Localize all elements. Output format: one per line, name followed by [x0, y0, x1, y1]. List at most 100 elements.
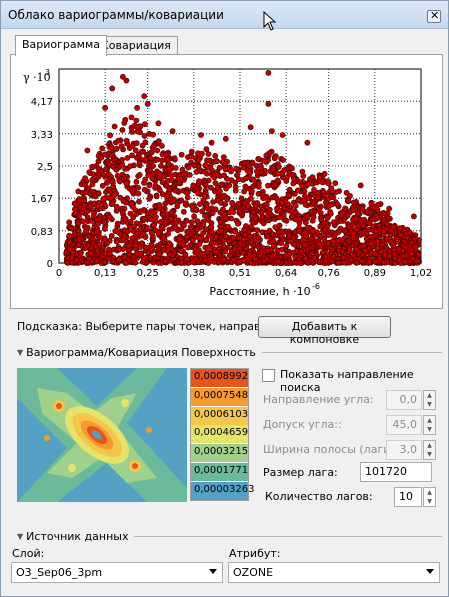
data-point[interactable]	[155, 120, 162, 127]
data-point[interactable]	[106, 255, 113, 262]
data-point[interactable]	[121, 175, 128, 182]
data-point[interactable]	[154, 147, 161, 154]
data-point[interactable]	[115, 137, 122, 144]
data-point[interactable]	[124, 155, 131, 161]
data-point[interactable]	[94, 258, 100, 265]
data-point[interactable]	[300, 237, 307, 243]
data-point[interactable]	[334, 201, 341, 208]
data-point[interactable]	[379, 241, 385, 248]
data-point[interactable]	[279, 246, 285, 253]
data-point[interactable]	[191, 213, 197, 220]
data-point[interactable]	[106, 161, 112, 167]
data-point[interactable]	[211, 174, 218, 181]
data-point[interactable]	[240, 249, 247, 256]
data-point[interactable]	[285, 192, 292, 199]
data-point[interactable]	[341, 227, 348, 234]
data-point[interactable]	[372, 251, 379, 258]
data-point[interactable]	[247, 124, 254, 131]
data-point[interactable]	[288, 208, 295, 214]
data-point[interactable]	[116, 256, 122, 263]
data-point[interactable]	[96, 241, 103, 248]
data-point[interactable]	[71, 200, 78, 207]
data-point[interactable]	[183, 233, 190, 240]
data-point[interactable]	[204, 249, 211, 256]
data-point[interactable]	[307, 236, 314, 242]
data-point[interactable]	[157, 218, 164, 225]
data-point[interactable]	[203, 146, 210, 153]
data-point[interactable]	[277, 208, 284, 214]
data-point[interactable]	[203, 170, 210, 177]
data-point[interactable]	[214, 158, 220, 165]
data-point[interactable]	[143, 224, 150, 231]
data-point[interactable]	[75, 220, 82, 227]
data-point[interactable]	[342, 205, 348, 212]
data-point[interactable]	[148, 149, 155, 156]
data-point[interactable]	[176, 235, 183, 242]
data-point[interactable]	[237, 240, 244, 247]
data-point[interactable]	[159, 179, 166, 186]
data-point[interactable]	[292, 216, 299, 223]
data-point[interactable]	[101, 219, 108, 226]
data-point[interactable]	[223, 214, 230, 221]
data-point[interactable]	[194, 218, 201, 224]
data-point[interactable]	[247, 233, 253, 240]
data-point[interactable]	[278, 240, 284, 246]
data-point[interactable]	[252, 203, 259, 210]
tab-variogram[interactable]: Вариограмма	[15, 35, 107, 56]
data-point[interactable]	[207, 184, 214, 191]
angle-direction-field[interactable]: 0,0	[386, 390, 422, 410]
data-point[interactable]	[165, 161, 172, 168]
data-point[interactable]	[226, 209, 233, 216]
data-point[interactable]	[158, 224, 165, 231]
data-point[interactable]	[217, 209, 224, 216]
data-point[interactable]	[218, 181, 224, 188]
data-point[interactable]	[178, 226, 185, 232]
data-point[interactable]	[82, 175, 88, 181]
data-point[interactable]	[121, 120, 128, 126]
data-point[interactable]	[162, 152, 169, 158]
data-point[interactable]	[357, 182, 364, 189]
data-point[interactable]	[134, 104, 140, 111]
data-point[interactable]	[166, 186, 173, 192]
data-point[interactable]	[241, 159, 248, 166]
data-point[interactable]	[235, 220, 241, 227]
data-point[interactable]	[151, 254, 158, 261]
data-point[interactable]	[359, 258, 366, 264]
data-point[interactable]	[206, 243, 213, 250]
data-point[interactable]	[150, 163, 156, 169]
data-point[interactable]	[129, 143, 136, 149]
data-point[interactable]	[226, 252, 233, 259]
data-point[interactable]	[294, 247, 300, 254]
data-point[interactable]	[278, 232, 285, 239]
data-point[interactable]	[168, 172, 175, 178]
data-point[interactable]	[263, 152, 270, 159]
data-point[interactable]	[105, 186, 112, 193]
data-point[interactable]	[216, 164, 223, 171]
data-point[interactable]	[141, 186, 148, 193]
data-point[interactable]	[121, 253, 128, 260]
data-point[interactable]	[166, 166, 172, 173]
data-point[interactable]	[246, 252, 253, 258]
data-point[interactable]	[232, 228, 239, 235]
data-point[interactable]	[174, 203, 181, 210]
data-point[interactable]	[184, 256, 191, 262]
data-point[interactable]	[100, 171, 107, 178]
data-point[interactable]	[133, 178, 140, 185]
data-point[interactable]	[127, 210, 134, 217]
data-point[interactable]	[310, 228, 316, 235]
data-point[interactable]	[123, 137, 130, 144]
data-point[interactable]	[275, 258, 282, 265]
data-point[interactable]	[408, 250, 415, 257]
data-point[interactable]	[301, 188, 308, 195]
data-point[interactable]	[111, 123, 118, 130]
data-point[interactable]	[183, 200, 189, 207]
angle-tolerance-spinner[interactable]: ▲ ▼	[423, 415, 436, 435]
data-point[interactable]	[335, 247, 342, 254]
data-point[interactable]	[75, 242, 82, 249]
data-point[interactable]	[81, 202, 88, 209]
data-point[interactable]	[130, 228, 137, 234]
data-point[interactable]	[268, 128, 275, 134]
data-point[interactable]	[195, 190, 201, 197]
data-point[interactable]	[266, 206, 273, 213]
data-point[interactable]	[66, 232, 73, 239]
